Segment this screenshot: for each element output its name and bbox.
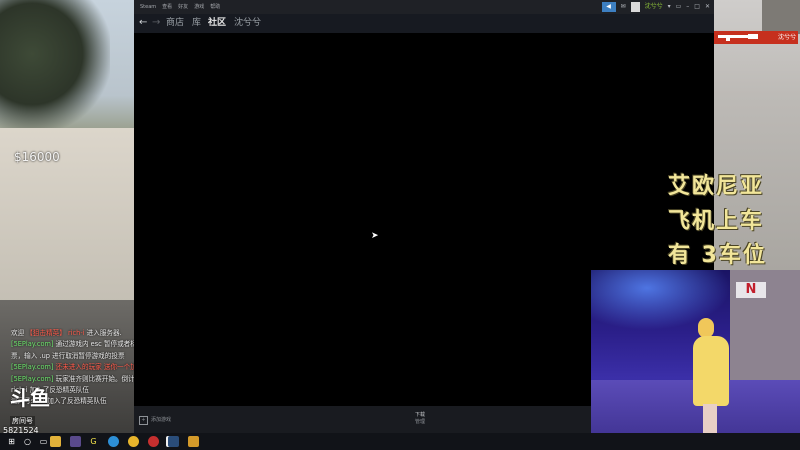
chat-line: 票，输入 .up 进行取消暂停游戏的投票 [11, 351, 125, 360]
avatar[interactable] [630, 2, 640, 12]
add-game-button[interactable]: + 添加游戏 [139, 415, 171, 425]
steam-menubar: Steam 查看 好友 游戏 帮助 ◀ ✉ 沈兮兮 ▾ ▭ – □ ✕ [134, 0, 714, 14]
back-arrow-icon[interactable]: ← [139, 17, 147, 29]
nav-profile[interactable]: 沈兮兮 [234, 18, 261, 29]
plus-icon: + [139, 416, 148, 425]
steam-navbar: ← → 商店 库 社区 沈兮兮 [134, 14, 714, 33]
user-menu[interactable]: 沈兮兮 [645, 2, 663, 12]
broadcast-icon[interactable]: ◀ [601, 2, 616, 12]
handwritten-line: 飞机上车 [668, 209, 765, 234]
app-g-icon[interactable]: G [88, 436, 99, 447]
search-icon[interactable]: ○ [22, 436, 33, 447]
edge-icon[interactable] [108, 436, 119, 447]
nav-community[interactable]: 社区 [208, 18, 226, 29]
chevron-down-icon[interactable]: ▾ [668, 2, 671, 12]
chat-line: [5EPlay.com] 还未进入的玩家 送你一个加 [11, 363, 135, 372]
window-scenery [762, 0, 800, 34]
menu-steam[interactable]: Steam [140, 0, 156, 14]
nav-library[interactable]: 库 [192, 18, 201, 29]
handwritten-line: 有 3车位 [668, 243, 767, 268]
windows-icon[interactable]: ⊞ [6, 436, 17, 447]
netease-music-icon[interactable] [148, 436, 159, 447]
menu-friends[interactable]: 好友 [178, 0, 188, 14]
downloads-button[interactable]: 下载 管理 [415, 412, 425, 426]
shop-sign: N [736, 282, 766, 298]
close-icon[interactable]: ✕ [705, 2, 710, 12]
notification-icon[interactable]: ✉ [621, 2, 626, 12]
chrome-icon[interactable] [128, 436, 139, 447]
chat-line: 欢迎 【狙击精英】 rich-i 进入服务器. [11, 329, 122, 337]
streamer-dress [693, 336, 729, 406]
window-controls: ◀ ✉ 沈兮兮 ▾ ▭ – □ ✕ [597, 2, 710, 12]
handwritten-line: 艾欧尼亚 [668, 174, 765, 199]
chat-line: [5EPlay.com] 玩家准齐则比赛开始。倒计 [11, 374, 135, 383]
big-picture-icon[interactable]: ▭ [676, 2, 682, 12]
menu-help[interactable]: 帮助 [210, 0, 220, 14]
douyu-logo: 斗鱼 房间号 [10, 386, 50, 426]
tree-scenery [0, 0, 110, 135]
steam-icon[interactable] [168, 436, 179, 447]
minimize-icon[interactable]: – [686, 2, 689, 12]
gun-icon [718, 34, 758, 41]
media-icon[interactable] [70, 436, 81, 447]
nav-store[interactable]: 商店 [166, 18, 184, 29]
money-counter: $16000 [14, 150, 60, 164]
forward-arrow-icon[interactable]: → [152, 17, 160, 29]
windows-taskbar: ⊞ ○ ▭ G [0, 433, 800, 450]
task-view-icon[interactable]: ▭ [38, 436, 49, 447]
maximize-icon[interactable]: □ [694, 2, 700, 12]
file-explorer-icon[interactable] [50, 436, 61, 447]
streamer-head [698, 318, 714, 338]
folder-icon[interactable] [188, 436, 199, 447]
menu-games[interactable]: 游戏 [194, 0, 204, 14]
chat-line: [5EPlay.com] 通过游戏内 esc 暂停或者标 [11, 340, 135, 349]
menu-view[interactable]: 查看 [162, 0, 172, 14]
mouse-cursor-icon: ➤ [371, 231, 379, 241]
